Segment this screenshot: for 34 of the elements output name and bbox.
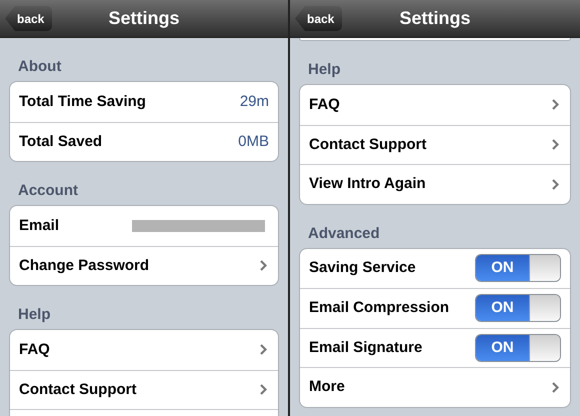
toggle-switch[interactable]: ON (475, 294, 561, 322)
row-label: FAQ (19, 340, 51, 360)
row-label: Saving Service (309, 258, 417, 278)
chevron-icon (552, 99, 559, 110)
chevron-icon (552, 139, 559, 150)
chevron-icon (552, 382, 559, 393)
section-header: Help (308, 61, 341, 78)
chevron-icon (260, 344, 267, 356)
row-label: More (309, 377, 346, 397)
row-label: Change Password (19, 256, 150, 276)
row-label: Total Saved (19, 132, 104, 152)
row-label: Email Compression (309, 298, 450, 318)
toggle-switch[interactable]: ON (475, 254, 561, 282)
row-value: 0MB (238, 132, 269, 152)
back-button[interactable]: back (295, 6, 342, 31)
row-label: Total Time Saving (19, 92, 147, 112)
chevron-icon (260, 260, 267, 272)
chevron-icon (260, 384, 267, 396)
row-label: FAQ (309, 94, 341, 114)
row-label: Contact Support (309, 134, 428, 154)
chevron-icon (552, 178, 559, 190)
row-value: 29m (240, 92, 269, 112)
section-header: Help (18, 306, 51, 323)
section-header: Advanced (308, 224, 380, 242)
row-label: Contact Support (19, 380, 138, 400)
toggle-switch[interactable]: ON (475, 334, 561, 362)
row-label: Email Signature (309, 338, 424, 358)
back-button[interactable]: back (5, 6, 52, 31)
section-header: Account (18, 182, 78, 199)
row-label: View Intro Again (309, 174, 427, 194)
row-label: Email (19, 216, 60, 236)
nav-title: Settings (108, 7, 180, 30)
nav-title: Settings (399, 7, 470, 30)
section-header: About (18, 58, 62, 75)
